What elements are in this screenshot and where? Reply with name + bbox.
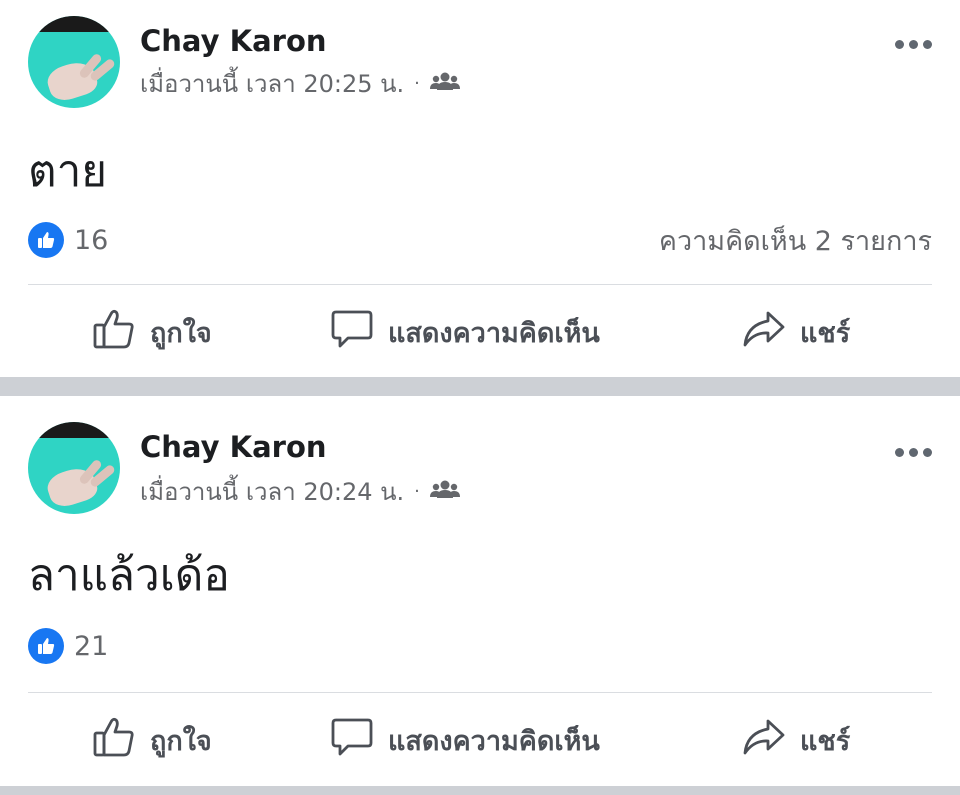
like-label: ถูกใจ (150, 725, 212, 757)
avatar[interactable] (28, 16, 120, 108)
comment-label: แสดงความคิดเห็น (388, 725, 600, 757)
like-count: 16 (74, 224, 109, 256)
like-reaction-icon (28, 222, 64, 258)
comment-button[interactable]: แสดงความคิดเห็น (330, 300, 600, 364)
post-stats: 21 (28, 628, 932, 664)
post-card: Chay Karon เมื่อวานนี้ เวลา 20:24 น. · ล… (0, 396, 960, 786)
like-count: 21 (74, 630, 109, 662)
friends-icon (429, 477, 460, 505)
action-bar: ถูกใจ แสดงความคิดเห็น แชร์ (0, 300, 960, 364)
author-name[interactable]: Chay Karon (140, 430, 327, 464)
share-button[interactable]: แชร์ (742, 708, 850, 772)
thumbs-up-icon (92, 715, 136, 766)
like-reaction-icon (28, 628, 64, 664)
post-stats: 16 ความคิดเห็น 2 รายการ (28, 222, 932, 258)
post-time[interactable]: เมื่อวานนี้ เวลา 20:24 น. (140, 472, 404, 511)
author-name[interactable]: Chay Karon (140, 24, 327, 58)
share-label: แชร์ (800, 317, 851, 349)
action-bar: ถูกใจ แสดงความคิดเห็น แชร์ (0, 708, 960, 772)
share-arrow-icon (742, 307, 786, 358)
post-text: ตาย (28, 146, 108, 197)
comment-bubble-icon (330, 715, 374, 766)
like-label: ถูกใจ (150, 317, 212, 349)
post-time[interactable]: เมื่อวานนี้ เวลา 20:25 น. (140, 64, 404, 103)
avatar[interactable] (28, 422, 120, 514)
reaction-summary[interactable]: 21 (28, 628, 108, 664)
thumbs-up-icon (92, 307, 136, 358)
share-button[interactable]: แชร์ (742, 300, 850, 364)
post-meta: เมื่อวานนี้ เวลา 20:24 น. · (140, 476, 460, 506)
comment-count-link[interactable]: ความคิดเห็น 2 รายการ (659, 219, 932, 262)
more-options-icon[interactable] (895, 448, 932, 457)
more-options-icon[interactable] (895, 40, 932, 49)
like-button[interactable]: ถูกใจ (92, 708, 212, 772)
like-button[interactable]: ถูกใจ (92, 300, 212, 364)
divider (28, 284, 932, 285)
meta-separator: · (414, 72, 420, 94)
share-label: แชร์ (800, 725, 851, 757)
reaction-summary[interactable]: 16 (28, 222, 108, 258)
comment-bubble-icon (330, 307, 374, 358)
comment-button[interactable]: แสดงความคิดเห็น (330, 708, 600, 772)
divider (28, 692, 932, 693)
post-card: Chay Karon เมื่อวานนี้ เวลา 20:25 น. · ต… (0, 0, 960, 377)
meta-separator: · (414, 480, 420, 502)
friends-icon (429, 69, 460, 97)
post-meta: เมื่อวานนี้ เวลา 20:25 น. · (140, 68, 460, 98)
post-text: ลาแล้วเด้อ (28, 550, 230, 601)
comment-label: แสดงความคิดเห็น (388, 317, 600, 349)
share-arrow-icon (742, 715, 786, 766)
